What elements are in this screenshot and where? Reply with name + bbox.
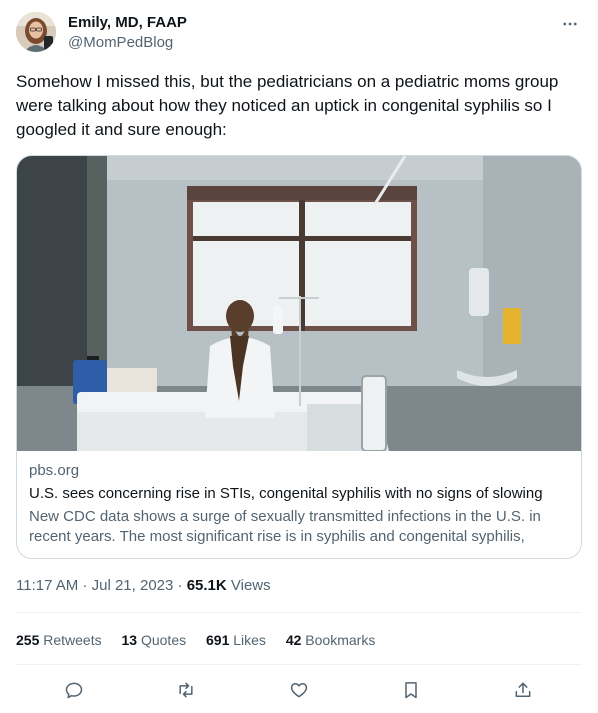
views-label: Views bbox=[230, 577, 271, 594]
tweet-header: Emily, MD, FAAP @MomPedBlog bbox=[16, 12, 582, 56]
retweets-stat[interactable]: 255 Retweets bbox=[16, 630, 102, 650]
tweet-meta: 11:17 AM · Jul 21, 2023 · 65.1K Views bbox=[16, 576, 271, 596]
tweet-date[interactable]: Jul 21, 2023 bbox=[92, 577, 174, 594]
quotes-count: 13 bbox=[121, 632, 138, 648]
bookmarks-label: Bookmarks bbox=[305, 632, 376, 648]
action-bar bbox=[16, 670, 582, 708]
retweets-count: 255 bbox=[16, 632, 40, 648]
reply-icon[interactable] bbox=[62, 678, 86, 702]
card-domain: pbs.org bbox=[29, 462, 80, 479]
bookmarks-stat[interactable]: 42 Bookmarks bbox=[286, 630, 376, 650]
bookmarks-count: 42 bbox=[285, 632, 302, 648]
views-count: 65.1K bbox=[186, 577, 227, 594]
bookmark-icon[interactable] bbox=[399, 678, 423, 702]
author-handle[interactable]: @MomPedBlog bbox=[68, 33, 187, 53]
meta-separator: · bbox=[177, 577, 183, 594]
retweet-icon[interactable] bbox=[174, 678, 198, 702]
link-card[interactable]: pbs.org U.S. sees concerning rise in STI… bbox=[16, 155, 582, 559]
card-title[interactable]: U.S. sees concerning rise in STIs, conge… bbox=[29, 484, 569, 504]
avatar-image bbox=[16, 12, 56, 52]
author-display-name[interactable]: Emily, MD, FAAP bbox=[68, 13, 187, 33]
tweet-text: Somehow I missed this, but the pediatric… bbox=[16, 72, 559, 139]
more-options-icon[interactable] bbox=[558, 12, 582, 36]
quotes-label: Quotes bbox=[140, 632, 187, 648]
card-description: New CDC data shows a surge of sexually t… bbox=[29, 508, 541, 545]
divider bbox=[16, 612, 582, 613]
avatar[interactable] bbox=[16, 12, 56, 52]
card-image[interactable] bbox=[17, 156, 581, 451]
card-body: pbs.org U.S. sees concerning rise in STI… bbox=[29, 461, 569, 547]
retweets-label: Retweets bbox=[43, 632, 102, 648]
tweet: Emily, MD, FAAP @MomPedBlog Somehow I mi… bbox=[0, 0, 598, 713]
likes-stat[interactable]: 691 Likes bbox=[206, 630, 266, 650]
likes-count: 691 bbox=[206, 632, 230, 648]
engagement-stats: 255 Retweets 13 Quotes 691 Likes 42 Book… bbox=[16, 630, 391, 650]
share-icon[interactable] bbox=[511, 678, 535, 702]
author-names: Emily, MD, FAAP @MomPedBlog bbox=[68, 13, 187, 53]
like-icon[interactable] bbox=[287, 678, 311, 702]
tweet-time[interactable]: 11:17 AM bbox=[16, 577, 78, 594]
divider bbox=[16, 664, 582, 665]
meta-separator: · bbox=[82, 577, 88, 594]
quotes-stat[interactable]: 13 Quotes bbox=[122, 630, 187, 650]
likes-label: Likes bbox=[233, 632, 266, 648]
